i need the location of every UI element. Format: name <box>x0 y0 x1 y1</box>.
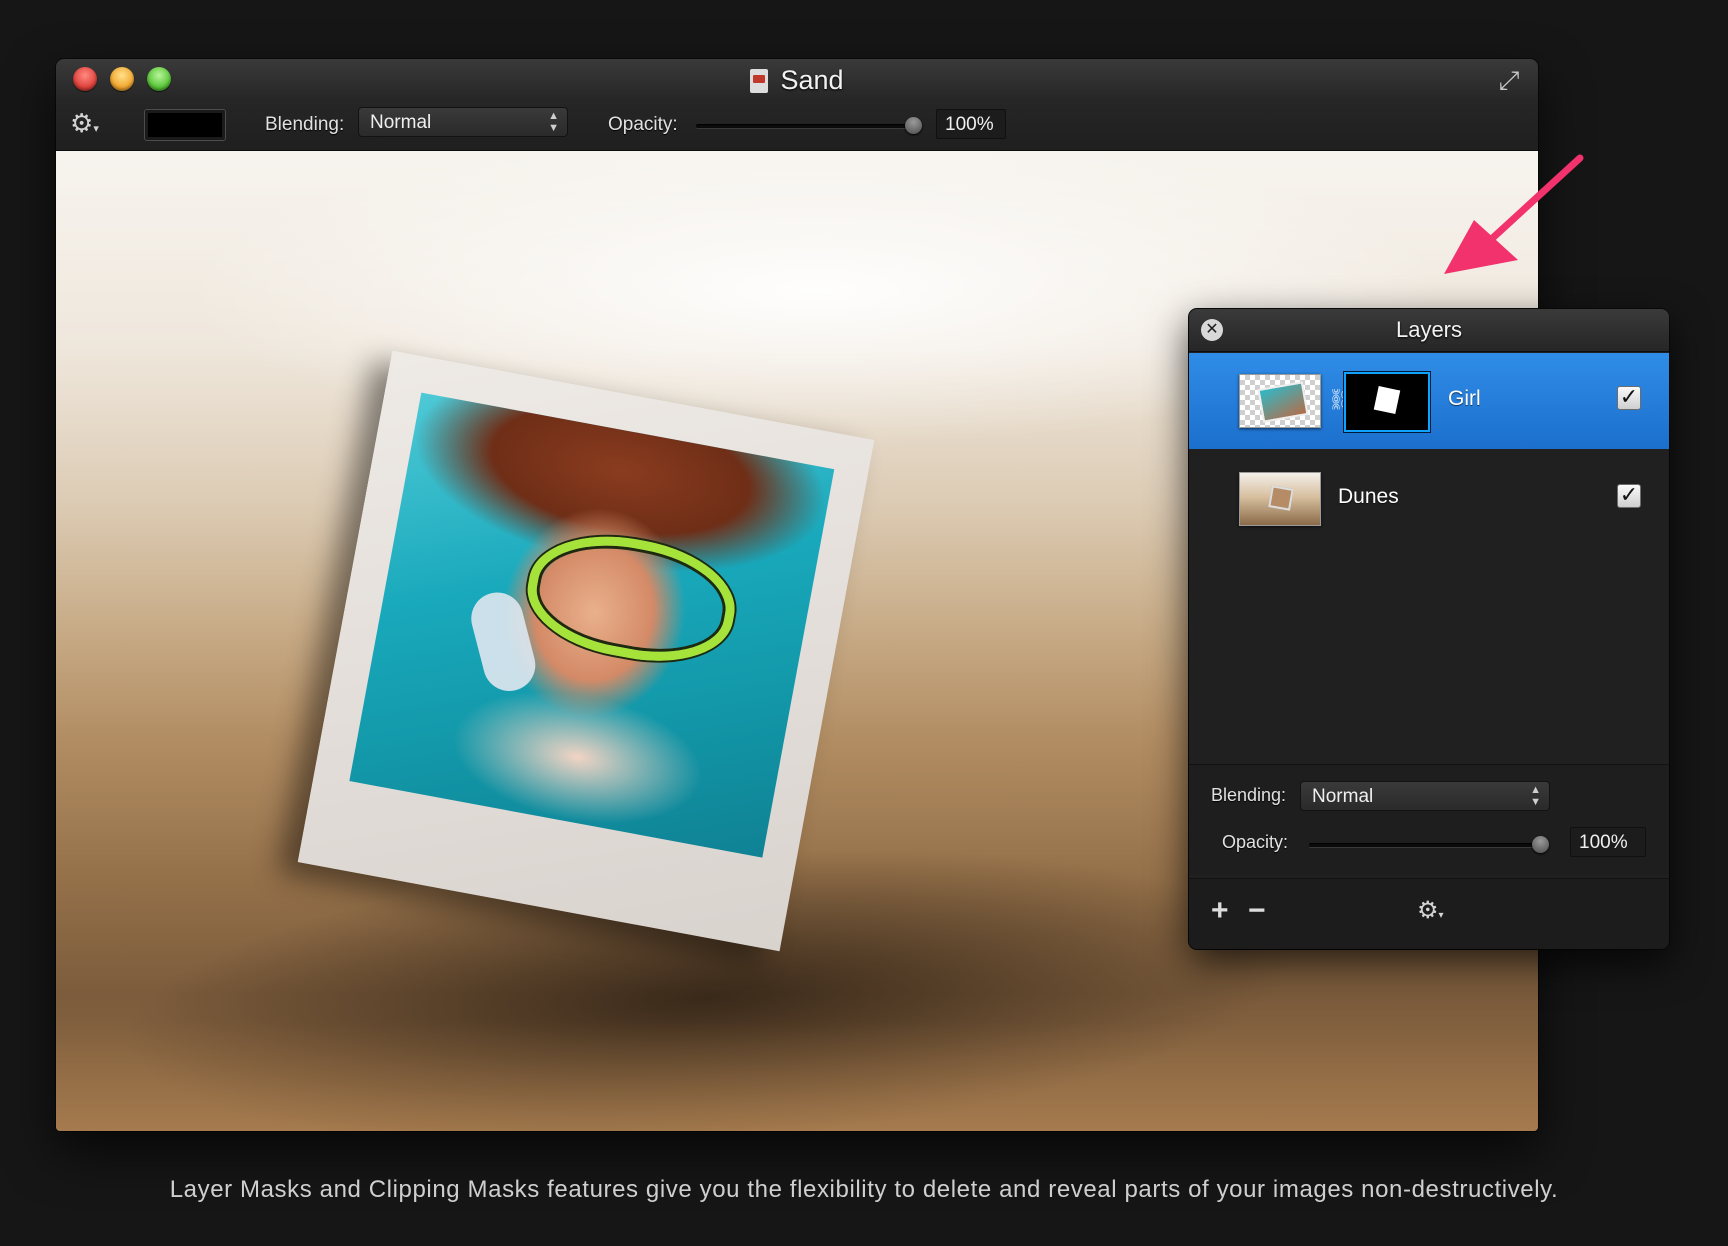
layer-blending-select-value: Normal <box>1312 786 1374 807</box>
layer-blending-label: Blending: <box>1211 785 1287 805</box>
color-well[interactable] <box>144 109 226 141</box>
layer-visibility-checkbox-girl[interactable]: ✓ <box>1617 386 1641 410</box>
layer-opacity-slider-knob[interactable] <box>1532 836 1549 853</box>
layers-header[interactable]: ✕ Layers <box>1189 309 1669 352</box>
sand-light <box>56 1021 1538 1131</box>
document-icon <box>750 68 769 93</box>
layers-title: Layers <box>1395 317 1463 342</box>
polaroid-photo-layer[interactable] <box>297 350 875 952</box>
opacity-slider-knob[interactable] <box>905 117 922 134</box>
layer-options: Blending: Normal ▲ ▼ Opacity: 100% <box>1189 764 1669 875</box>
blending-label: Blending: <box>265 114 345 135</box>
pointer-arrow <box>1444 154 1584 274</box>
plus-icon[interactable]: + <box>1211 894 1229 928</box>
layer-visibility-checkbox-dunes[interactable]: ✓ <box>1617 484 1641 508</box>
select-arrows-icon: ▲ ▼ <box>1530 784 1541 808</box>
girl-photo <box>349 392 835 858</box>
layer-thumbnail-girl[interactable] <box>1239 374 1321 428</box>
layer-name-girl: Girl <box>1448 387 1481 410</box>
caption-text: Layer Masks and Clipping Masks features … <box>169 1176 1559 1203</box>
opacity-value-field[interactable]: 100% <box>936 109 1006 139</box>
blending-select[interactable]: Normal ▲ ▼ <box>358 107 568 137</box>
blending-select-value: Normal <box>370 112 432 133</box>
gear-icon[interactable]: ⚙▾ <box>70 108 99 139</box>
layers-footer: + − ⚙▾ <box>1189 878 1669 949</box>
layer-opacity-slider-track[interactable] <box>1309 843 1541 848</box>
minus-icon[interactable]: − <box>1248 894 1266 928</box>
layers-panel: ✕ Layers ⛓ Girl ✓ Dunes ✓ Blending: Norm… <box>1189 309 1669 949</box>
layer-opacity-value-field[interactable]: 100% <box>1570 827 1646 857</box>
gear-icon[interactable]: ⚙▾ <box>1417 896 1444 925</box>
layer-row-girl[interactable]: ⛓ Girl ✓ <box>1189 353 1669 449</box>
title-bar[interactable]: Sand ⤢ ⚙▾ Blending: Normal ▲ ▼ Opacity: 1… <box>56 59 1538 151</box>
layer-name-dunes: Dunes <box>1338 485 1399 508</box>
layer-mask-thumbnail[interactable] <box>1344 372 1430 432</box>
select-arrows-icon: ▲ ▼ <box>548 110 559 134</box>
layer-blending-select[interactable]: Normal ▲ ▼ <box>1300 781 1550 811</box>
layer-opacity-label: Opacity: <box>1222 832 1289 852</box>
toolbar: ⚙▾ Blending: Normal ▲ ▼ Opacity: 100% <box>56 103 1538 147</box>
opacity-label: Opacity: <box>608 114 678 135</box>
checkmark-icon: ✓ <box>1619 384 1639 409</box>
window-title: Sand <box>56 65 1538 96</box>
window-title-text: Sand <box>780 65 844 95</box>
opacity-slider-track[interactable] <box>696 124 914 129</box>
fullscreen-icon[interactable]: ⤢ <box>1494 65 1524 95</box>
layer-thumbnail-dunes[interactable] <box>1239 472 1321 526</box>
layer-row-dunes[interactable]: Dunes ✓ <box>1189 451 1669 547</box>
diving-mask <box>518 521 745 676</box>
checkmark-icon: ✓ <box>1619 482 1639 507</box>
